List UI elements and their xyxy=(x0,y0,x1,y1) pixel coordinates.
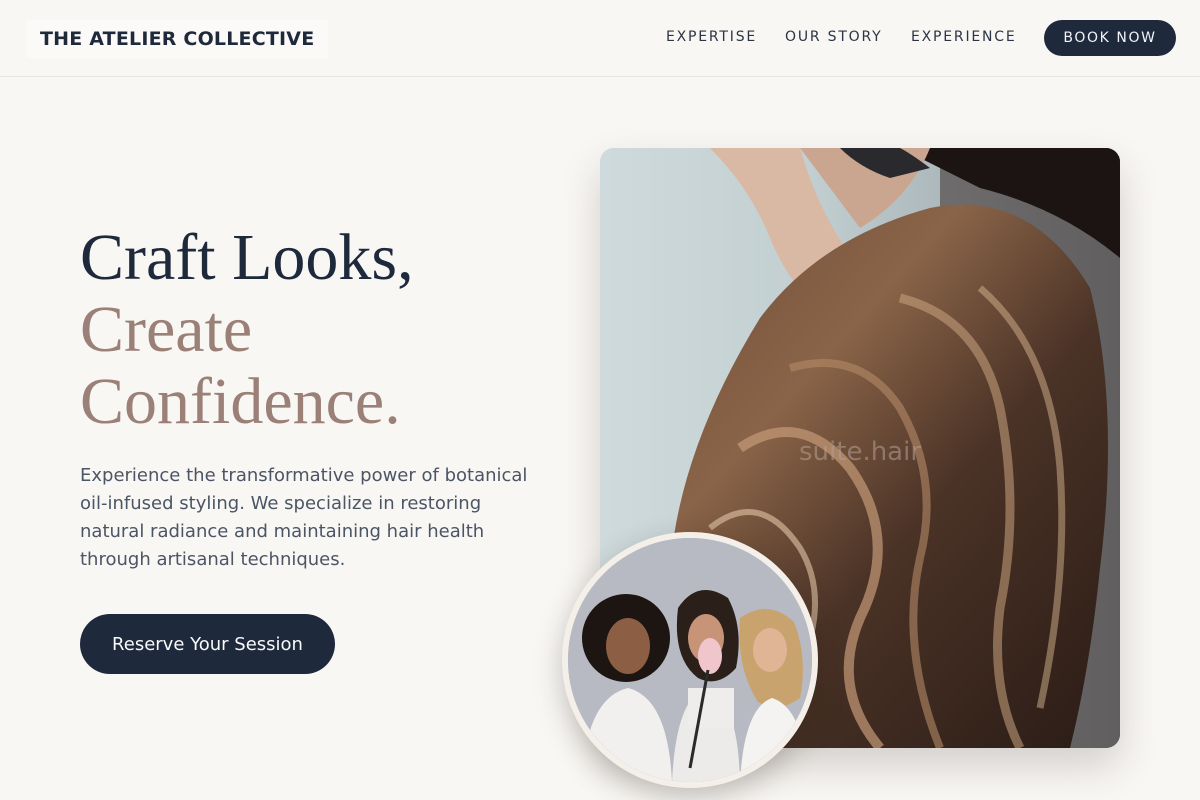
book-now-button[interactable]: BOOK NOW xyxy=(1044,20,1176,56)
hero-title-line-3: Confidence. xyxy=(80,365,401,438)
three-women-portrait-photo xyxy=(562,532,818,788)
nav-expertise[interactable]: EXPERTISE xyxy=(666,29,757,45)
brand-logo[interactable]: THE ATELIER COLLECTIVE xyxy=(26,20,329,58)
nav-experience[interactable]: EXPERIENCE xyxy=(911,29,1017,45)
hero-title-line-2: Create xyxy=(80,293,253,366)
watermark-text: suite.hair xyxy=(799,437,922,467)
hero-title-line-1: Craft Looks, xyxy=(80,221,414,294)
hero-description: Experience the transformative power of b… xyxy=(80,465,528,570)
hero-title: Craft Looks, Create Confidence. xyxy=(80,222,580,438)
portrait-illustration xyxy=(568,538,812,782)
nav-our-story[interactable]: OUR STORY xyxy=(785,29,883,45)
reserve-session-button[interactable]: Reserve Your Session xyxy=(80,614,335,674)
site-header: THE ATELIER COLLECTIVE EXPERTISE OUR STO… xyxy=(0,0,1200,77)
